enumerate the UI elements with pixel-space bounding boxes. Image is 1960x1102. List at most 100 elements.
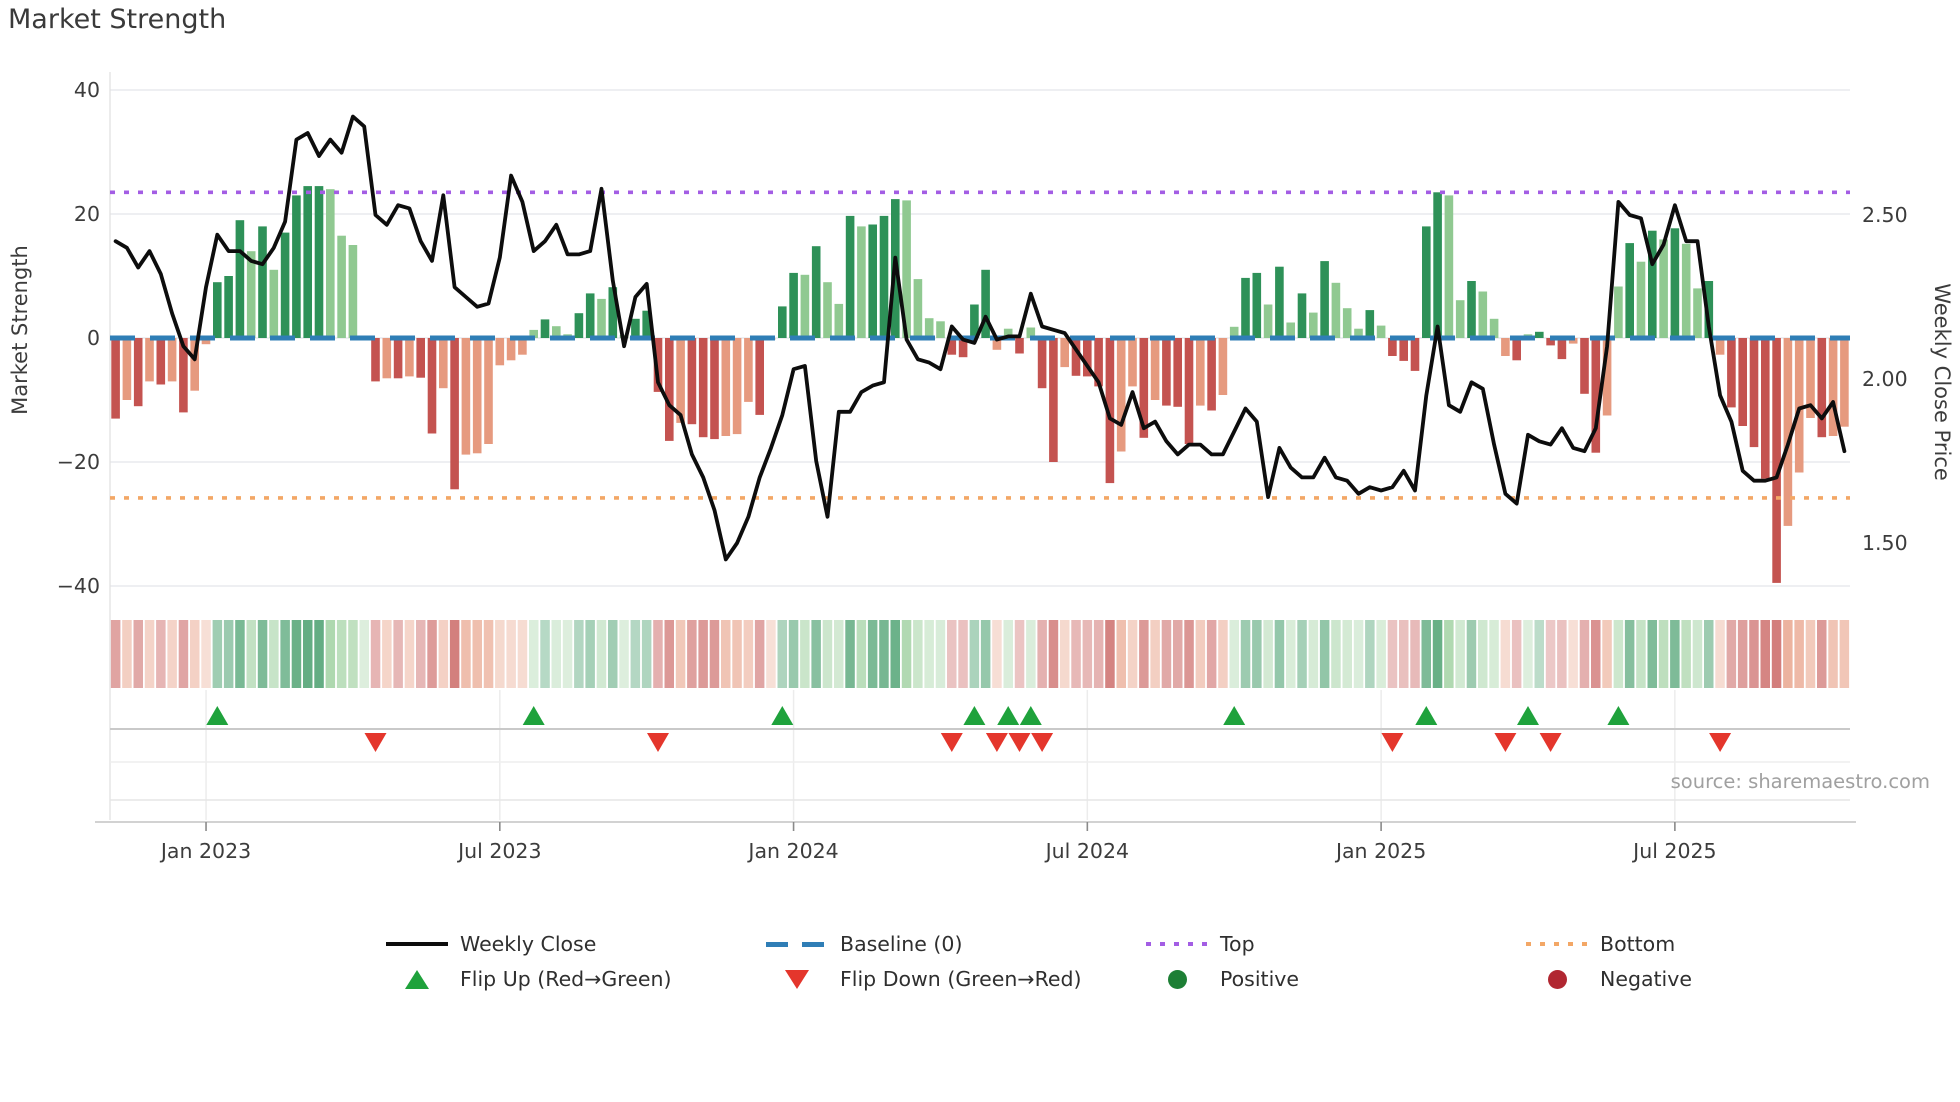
x-tick-label: Jul 2024 bbox=[1044, 839, 1129, 863]
heatmap-cell bbox=[845, 620, 855, 688]
heatmap-cell bbox=[675, 620, 686, 688]
heatmap-cell bbox=[1127, 620, 1138, 688]
bottom-dotted-swatch bbox=[1526, 942, 1588, 946]
heatmap-cell bbox=[754, 620, 765, 688]
legend-item-flip-down: Flip Down (Green→Red) bbox=[766, 964, 1082, 994]
legend-label-flip-down: Flip Down (Green→Red) bbox=[840, 967, 1082, 991]
legend-label-negative: Negative bbox=[1600, 967, 1692, 991]
heatmap-cell bbox=[280, 620, 290, 688]
heatmap-cell bbox=[890, 620, 900, 688]
flip-up-marker bbox=[771, 706, 794, 725]
heatmap-cell bbox=[1828, 620, 1838, 688]
strength-bar bbox=[1037, 338, 1047, 389]
heatmap-cell bbox=[1545, 620, 1556, 688]
legend-label-flip-up: Flip Up (Red→Green) bbox=[460, 967, 672, 991]
heatmap-cell bbox=[325, 620, 336, 688]
strength-bar bbox=[778, 306, 787, 338]
heatmap-cell bbox=[1048, 620, 1059, 688]
flip-down-marker bbox=[364, 733, 387, 752]
strength-bar bbox=[1794, 338, 1804, 473]
heatmap-cell bbox=[947, 620, 957, 688]
heatmap-cell bbox=[1534, 620, 1544, 688]
heatmap-cell bbox=[641, 620, 652, 688]
strength-bars bbox=[111, 186, 1849, 583]
legend-label-top: Top bbox=[1220, 932, 1255, 956]
heatmap-cell bbox=[958, 620, 968, 688]
heatmap-cell bbox=[393, 620, 403, 688]
strength-bar bbox=[744, 338, 753, 402]
heatmap-cell bbox=[1432, 620, 1443, 688]
strength-bar bbox=[213, 282, 222, 338]
heatmap-cell bbox=[1116, 620, 1126, 688]
heatmap-cell bbox=[1071, 620, 1081, 688]
flip-down-marker bbox=[1539, 733, 1562, 752]
heatmap-cell bbox=[1376, 620, 1386, 688]
flip-up-marker bbox=[997, 706, 1020, 725]
legend-label-positive: Positive bbox=[1220, 967, 1300, 991]
strength-bar bbox=[1049, 338, 1058, 462]
strength-bar bbox=[1399, 338, 1408, 361]
heatmap-cell bbox=[698, 620, 708, 688]
heatmap-cell bbox=[1308, 620, 1319, 688]
heatmap-cell bbox=[743, 620, 754, 688]
heatmap-cell bbox=[1658, 620, 1669, 688]
heatmap-cell bbox=[1749, 620, 1759, 688]
heatmap-cell bbox=[110, 620, 121, 688]
strength-bar bbox=[1263, 304, 1273, 338]
heatmap-cell bbox=[1263, 620, 1273, 688]
strength-bar bbox=[1376, 325, 1386, 338]
heatmap-cell bbox=[811, 620, 821, 688]
strength-bar bbox=[585, 293, 595, 338]
strength-bar bbox=[1715, 338, 1725, 355]
strength-bar bbox=[1557, 338, 1567, 360]
heatmap-cell bbox=[1093, 620, 1104, 688]
heatmap-cell bbox=[1783, 620, 1793, 688]
legend-label-baseline: Baseline (0) bbox=[840, 932, 963, 956]
heatmap-cell bbox=[212, 620, 223, 688]
heatmap-cell bbox=[721, 620, 731, 688]
strength-bar bbox=[1761, 338, 1770, 479]
heatmap-cell bbox=[201, 620, 211, 688]
strength-bar bbox=[246, 251, 256, 338]
strength-bar bbox=[732, 338, 742, 435]
strength-bar bbox=[1150, 338, 1160, 400]
strength-bar bbox=[1817, 338, 1827, 438]
strength-bar bbox=[280, 232, 290, 338]
heatmap-cell bbox=[822, 620, 833, 688]
heatmap-cell bbox=[246, 620, 256, 688]
heatmap-cell bbox=[167, 620, 177, 688]
flip-up-marker bbox=[522, 706, 545, 725]
strength-bar bbox=[393, 338, 403, 379]
strength-bar bbox=[1297, 293, 1307, 338]
heatmap-cell bbox=[856, 620, 867, 688]
strength-bar bbox=[936, 321, 945, 338]
strength-bar bbox=[292, 195, 301, 338]
strength-bar bbox=[574, 313, 584, 338]
strength-bar bbox=[1196, 338, 1205, 406]
flip-down-triangle-icon bbox=[766, 969, 828, 989]
strength-bar bbox=[1410, 338, 1420, 371]
strength-bar bbox=[597, 298, 606, 338]
heatmap-cell bbox=[1511, 620, 1522, 688]
heatmap-cell bbox=[630, 620, 641, 688]
strength-bar bbox=[1207, 338, 1216, 411]
heatmap-cell bbox=[1444, 620, 1454, 688]
strength-bar bbox=[913, 279, 923, 338]
left-tick-label: −40 bbox=[57, 574, 100, 598]
strength-bar bbox=[1388, 338, 1397, 356]
strength-bar bbox=[314, 186, 324, 338]
strength-bar bbox=[1241, 277, 1250, 338]
heatmap-cell bbox=[1060, 620, 1070, 688]
weekly-close-line-swatch bbox=[386, 942, 448, 946]
heatmap-cell bbox=[585, 620, 595, 688]
heatmap-cell bbox=[913, 620, 923, 688]
left-tick-label: 40 bbox=[74, 78, 100, 102]
strength-bar bbox=[1636, 261, 1646, 338]
heatmap-cell bbox=[1342, 620, 1352, 688]
strength-bar bbox=[687, 338, 697, 425]
heatmap-cell bbox=[336, 620, 347, 688]
flip-down-marker bbox=[1709, 733, 1732, 752]
strength-bar bbox=[789, 272, 798, 338]
strength-bar bbox=[1184, 338, 1194, 444]
heatmap-cell bbox=[1252, 620, 1262, 688]
